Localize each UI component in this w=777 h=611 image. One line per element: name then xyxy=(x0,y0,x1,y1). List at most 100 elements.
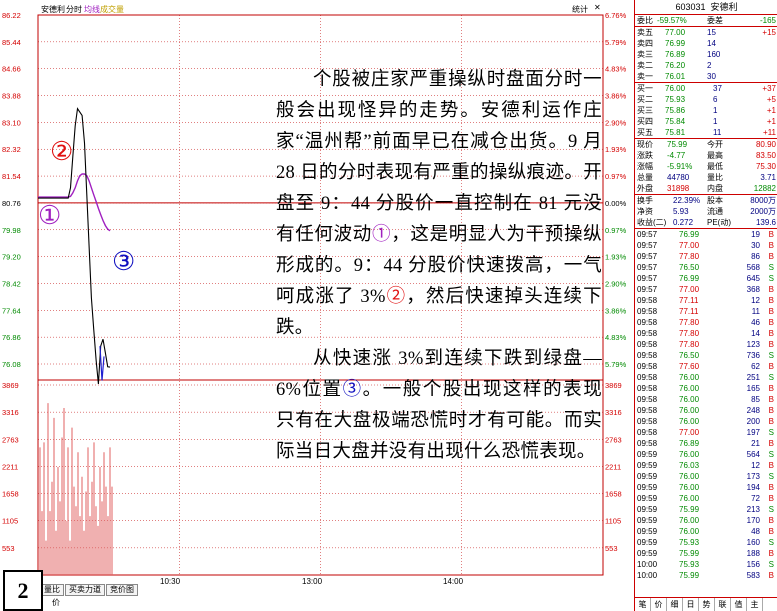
time-tick-label: 13:00 xyxy=(302,577,323,586)
pct-tick-label: 2.90% xyxy=(605,279,627,288)
tick-row: 09:58 77.00 197 S xyxy=(637,428,774,437)
stat-row-2: 收益(二) 0.272 PE(动) 139.6 xyxy=(637,218,776,227)
right-tabs: 笔价细日势联值主筹 xyxy=(635,597,777,611)
price-tick-label: 76.86 xyxy=(2,333,21,342)
tick-row: 09:57 77.80 86 B xyxy=(637,252,774,261)
tick-row: 09:57 77.00 30 B xyxy=(637,241,774,250)
tick-row: 09:57 76.50 568 S xyxy=(637,263,774,272)
price-tick-label: 85.44 xyxy=(2,38,21,47)
price-tick-label: 79.20 xyxy=(2,253,21,262)
buy-order-row: 买二 75.93 6 +5 xyxy=(637,95,776,104)
pct-tick-label: 3.86% xyxy=(605,306,627,315)
stat-row: 涨跌 -4.77 最高 83.50 xyxy=(637,151,776,160)
right-tab[interactable]: 值 xyxy=(731,598,747,611)
marker-2: ② xyxy=(50,136,74,166)
stat-row: 涨幅 -5.91% 最低 75.30 xyxy=(637,162,776,171)
tab-auction[interactable]: 竞价图 xyxy=(106,584,138,596)
stock-name-label: 安德利 xyxy=(41,5,65,14)
price-tick-label: 78.42 xyxy=(2,279,21,288)
quote-stats-2: 换手 22.39% 股本 8000万 净资 5.93 流通 2000万 收益(二) 0.272 PE… xyxy=(635,195,777,228)
sell-order-row: 卖三 76.89 160 xyxy=(637,50,721,59)
tick-row: 10:00 75.99 583 B xyxy=(637,571,774,580)
tick-row: 09:58 77.80 14 B xyxy=(637,329,774,338)
tick-row: 09:58 76.00 165 B xyxy=(637,384,774,393)
tick-row: 09:59 76.00 72 B xyxy=(637,494,774,503)
quote-panel: 603031 安德利 委比 -59.57% 委差 -165 卖五 77.00 15 +… xyxy=(634,0,777,611)
vol-tick-label: 3316 xyxy=(2,408,19,417)
tick-row: 09:58 77.11 12 B xyxy=(637,296,774,305)
sell-order-row: 卖四 76.99 14 xyxy=(637,39,716,48)
vol-tick-label-right: 3316 xyxy=(605,408,622,417)
right-tab[interactable]: 主 xyxy=(747,598,763,611)
tick-row: 09:58 77.80 46 B xyxy=(637,318,774,327)
tick-row: 09:59 76.00 194 B xyxy=(637,483,774,492)
tick-row: 09:58 76.00 200 B xyxy=(637,417,774,426)
right-tab[interactable]: 联 xyxy=(715,598,731,611)
tick-row: 09:57 76.99 645 S xyxy=(637,274,774,283)
tick-row: 09:58 76.89 21 B xyxy=(637,439,774,448)
stats-button[interactable]: 统计 xyxy=(572,4,588,15)
annotation-paragraph-2: 从快速涨 3%到连续下跌到绿盘—6%位置③。一般个股出现这样的表现只有在大盘极端… xyxy=(276,349,602,462)
tick-row: 09:59 76.00 48 B xyxy=(637,527,774,536)
vol-tick-label: 1105 xyxy=(2,517,18,526)
tab-volume-ratio[interactable]: 量比 xyxy=(40,584,64,596)
pct-tick-label: 5.79% xyxy=(605,38,627,47)
tick-row: 09:58 77.80 123 B xyxy=(637,340,774,349)
pct-tick-label: 0.00% xyxy=(605,199,627,208)
tick-row: 09:58 76.00 248 B xyxy=(637,406,774,415)
price-tick-label: 79.98 xyxy=(2,226,21,235)
pct-tick-label: 0.97% xyxy=(605,172,627,181)
tick-row: 09:57 77.00 368 B xyxy=(637,285,774,294)
tick-row: 09:59 76.00 564 S xyxy=(637,450,774,459)
stock-code: 603031 xyxy=(675,2,706,12)
quote-stock-name: 安德利 xyxy=(710,2,738,12)
price-tick-label: 77.64 xyxy=(2,306,21,315)
price-tick-label: 83.88 xyxy=(2,92,21,101)
stat-row-2: 净资 5.93 流通 2000万 xyxy=(637,207,776,216)
pct-tick-label: 6.76% xyxy=(605,11,627,20)
vol-tick-label-right: 3869 xyxy=(605,381,622,390)
right-tab[interactable]: 细 xyxy=(667,598,683,611)
price-tick-label: 82.32 xyxy=(2,145,21,154)
right-tab[interactable]: 价 xyxy=(651,598,667,611)
buy-order-row: 买五 75.81 11 +11 xyxy=(637,128,776,137)
pct-tick-label: 1.93% xyxy=(605,253,627,262)
price-tick-label: 81.54 xyxy=(2,172,21,181)
vol-tick-label-right: 2211 xyxy=(605,462,621,471)
tab-buy-sell-force[interactable]: 买卖力道 xyxy=(65,584,105,596)
time-tick-label: 10:30 xyxy=(160,577,181,586)
annotation-text: 个股被庄家严重操纵时盘面分时一般会出现怪异的走势。安德利运作庄家“温州帮”前面早… xyxy=(276,65,602,468)
page: { "header":{"stock_name":"安德利","mode":"分… xyxy=(0,0,777,611)
pct-tick-label: 0.97% xyxy=(605,226,627,235)
tick-list: 09:57 76.99 19 B 09:57 77.00 30 B 09:57 77.80 86 B 0… xyxy=(635,229,777,581)
mode-label[interactable]: 分时 xyxy=(66,4,82,15)
buy-order-row: 买四 75.84 1 +1 xyxy=(637,117,776,126)
pct-tick-label: 3.86% xyxy=(605,92,627,101)
sell-order-row: 卖五 77.00 15 +15 xyxy=(637,28,776,37)
quote-stats: 现价 75.99 今开 80.90 涨跌 -4.77 最高 83.50 涨幅 -5.91% 最低 75… xyxy=(635,139,777,194)
close-icon[interactable]: ✕ xyxy=(594,3,601,12)
sell-order-row: 卖一 76.01 30 xyxy=(637,72,716,81)
tick-row: 09:58 76.00 85 B xyxy=(637,395,774,404)
quote-header: 603031 安德利 xyxy=(635,0,777,15)
buy-order-row: 买一 76.00 37 +37 xyxy=(637,84,776,93)
price-tick-label: 84.66 xyxy=(2,65,21,74)
tick-row: 09:59 76.00 170 B xyxy=(637,516,774,525)
stat-row-2: 换手 22.39% 股本 8000万 xyxy=(637,196,776,205)
bottom-partial-label: 价 xyxy=(52,598,60,607)
right-tab[interactable]: 势 xyxy=(699,598,715,611)
tick-row: 09:59 75.99 188 B xyxy=(637,549,774,558)
vol-tick-label-right: 1658 xyxy=(605,490,622,499)
right-tab[interactable]: 日 xyxy=(683,598,699,611)
stat-row: 总量 44780 量比 3.71 xyxy=(637,173,776,182)
vol-tick-label-right: 553 xyxy=(605,544,618,553)
right-tab[interactable]: 笔 xyxy=(635,598,651,611)
price-tick-label: 86.22 xyxy=(2,11,21,20)
bottom-tabs: 量比 买卖力道 竞价图 xyxy=(40,584,139,596)
time-tick-label: 14:00 xyxy=(443,577,464,586)
tick-row: 09:58 77.11 11 B xyxy=(637,307,774,316)
buy-orders: 买一 76.00 37 +37 买二 75.93 6 +5 买三 75.86 1 +1 买四 75.84 1… xyxy=(635,83,777,138)
vol-tick-label-right: 1105 xyxy=(605,517,621,526)
sell-orders: 卖五 77.00 15 +15 卖四 76.99 14 卖三 76.89 160 卖二 76.20 2 卖… xyxy=(635,27,777,82)
tick-row: 09:59 76.03 12 B xyxy=(637,461,774,470)
